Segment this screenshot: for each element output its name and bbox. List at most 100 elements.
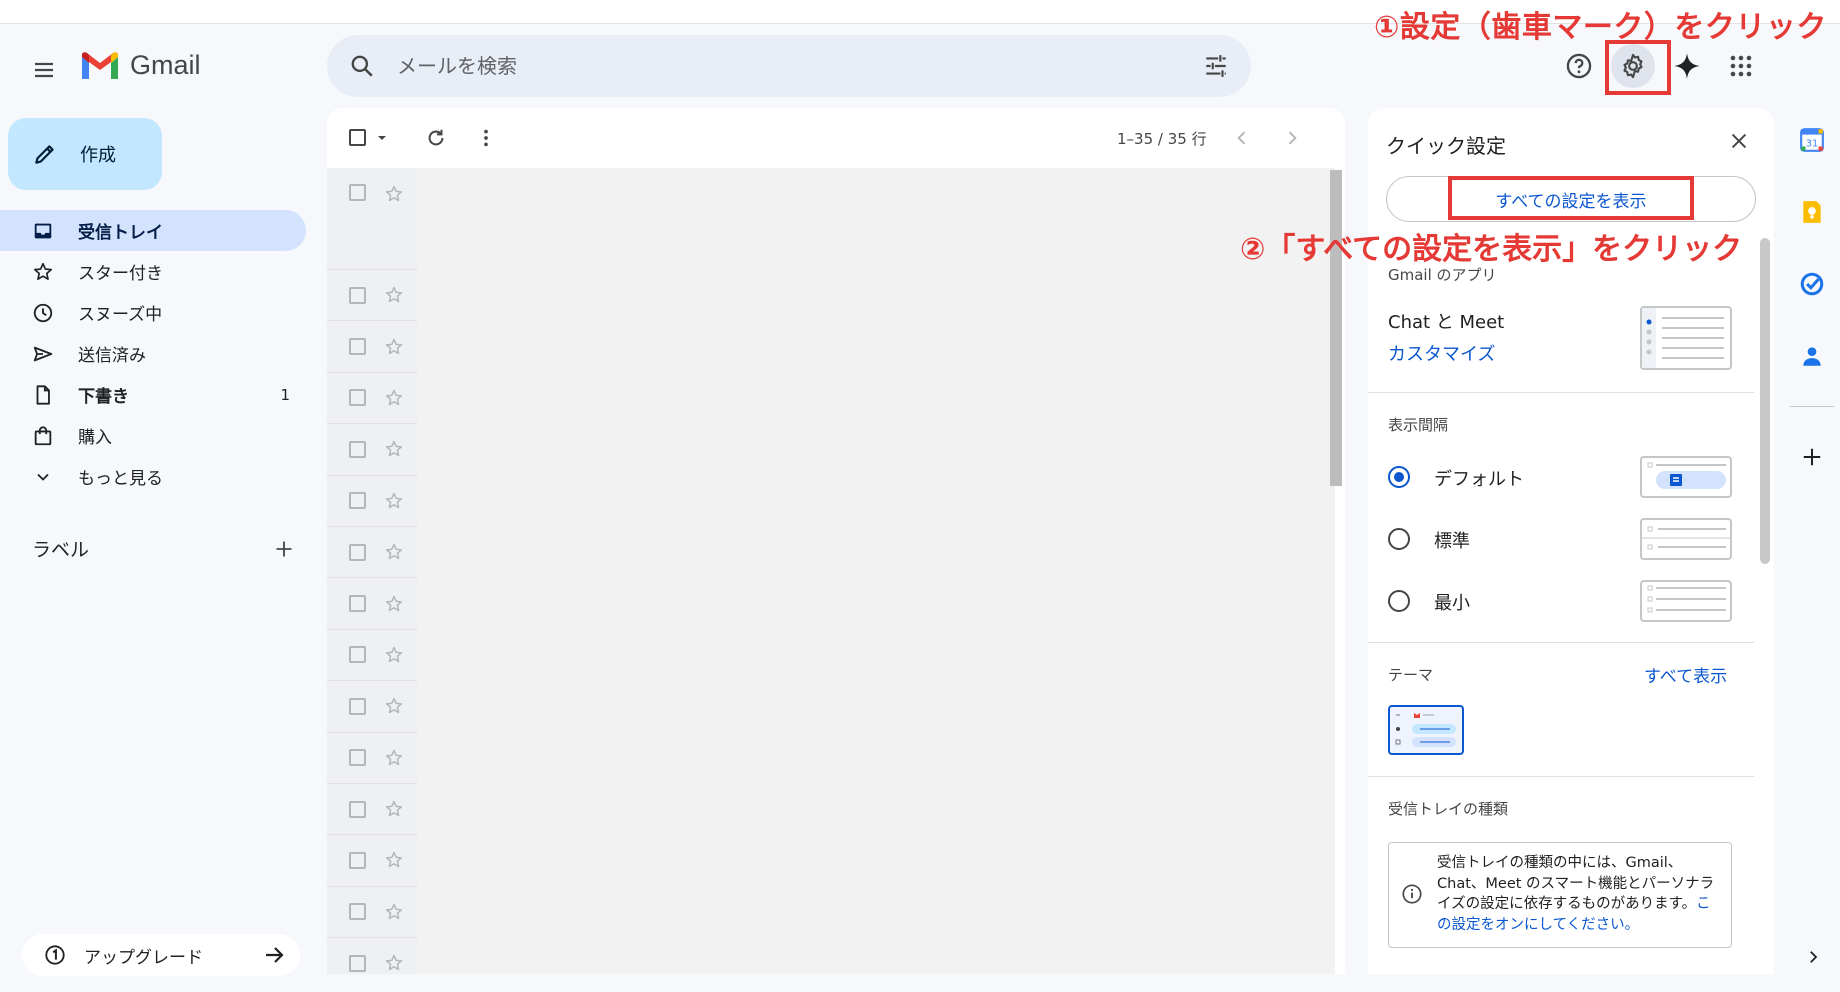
customize-link[interactable]: カスタマイズ bbox=[1388, 340, 1495, 366]
star-icon[interactable] bbox=[384, 388, 404, 408]
star-icon[interactable] bbox=[384, 799, 404, 819]
table-row[interactable] bbox=[327, 887, 417, 939]
caret-down-icon[interactable] bbox=[376, 132, 388, 144]
theme-thumbnail[interactable] bbox=[1388, 705, 1464, 755]
search-options-icon[interactable] bbox=[1203, 53, 1229, 79]
row-checkbox[interactable] bbox=[349, 749, 366, 767]
row-checkbox[interactable] bbox=[349, 903, 366, 921]
row-checkbox[interactable] bbox=[349, 595, 366, 613]
row-checkbox[interactable] bbox=[349, 184, 366, 201]
get-addons-button[interactable] bbox=[1790, 435, 1834, 479]
star-icon[interactable] bbox=[384, 491, 404, 511]
density-radio-default[interactable] bbox=[1388, 466, 1410, 488]
search-icon[interactable] bbox=[349, 53, 375, 79]
star-icon[interactable] bbox=[384, 902, 404, 922]
density-radio-standard[interactable] bbox=[1388, 528, 1410, 550]
table-row[interactable] bbox=[327, 527, 417, 579]
sidebar-item-snoozed[interactable]: スヌーズ中 bbox=[0, 292, 306, 333]
sidebar-item-inbox[interactable]: 受信トレイ bbox=[0, 210, 306, 251]
main-menu-button[interactable] bbox=[22, 48, 66, 92]
table-row[interactable] bbox=[327, 733, 417, 784]
gmail-logo[interactable]: Gmail bbox=[80, 50, 201, 81]
tasks-app-button[interactable] bbox=[1790, 262, 1834, 306]
mail-row-list bbox=[327, 168, 417, 974]
row-checkbox[interactable] bbox=[349, 440, 366, 458]
star-icon[interactable] bbox=[384, 594, 404, 614]
row-checkbox[interactable] bbox=[349, 492, 366, 510]
star-icon[interactable] bbox=[384, 696, 404, 716]
upgrade-button[interactable]: アップグレード bbox=[22, 934, 300, 976]
compose-button[interactable]: 作成 bbox=[8, 118, 162, 190]
gemini-button[interactable] bbox=[1665, 44, 1709, 88]
table-row[interactable] bbox=[327, 168, 417, 270]
table-row[interactable] bbox=[327, 835, 417, 887]
row-checkbox[interactable] bbox=[349, 286, 366, 304]
google-apps-button[interactable] bbox=[1719, 44, 1763, 88]
table-row[interactable] bbox=[327, 373, 417, 425]
star-icon[interactable] bbox=[384, 439, 404, 459]
clock-icon bbox=[33, 303, 53, 322]
table-row[interactable] bbox=[327, 424, 417, 476]
list-scrollbar[interactable] bbox=[1330, 170, 1342, 486]
table-row[interactable] bbox=[327, 630, 417, 682]
star-icon[interactable] bbox=[384, 953, 404, 973]
show-side-panel-icon[interactable] bbox=[1804, 948, 1822, 966]
add-label-icon[interactable] bbox=[274, 539, 294, 559]
star-icon[interactable] bbox=[384, 285, 404, 305]
table-row[interactable] bbox=[327, 681, 417, 733]
select-all-control[interactable] bbox=[349, 129, 388, 146]
star-icon bbox=[34, 262, 52, 280]
close-icon[interactable] bbox=[1728, 130, 1750, 152]
row-checkbox[interactable] bbox=[349, 851, 366, 869]
table-row[interactable] bbox=[327, 578, 417, 630]
theme-show-all-link[interactable]: すべて表示 bbox=[1644, 662, 1727, 687]
row-checkbox[interactable] bbox=[349, 543, 366, 561]
draft-icon bbox=[36, 384, 50, 405]
help-button[interactable] bbox=[1557, 44, 1601, 88]
compose-label: 作成 bbox=[80, 145, 116, 166]
upgrade-badge-icon bbox=[45, 945, 65, 965]
density-label-compact: 最小 bbox=[1434, 593, 1470, 614]
star-icon[interactable] bbox=[384, 337, 404, 357]
row-checkbox[interactable] bbox=[349, 646, 366, 664]
chevron-down-icon bbox=[37, 473, 49, 481]
search-bar[interactable] bbox=[327, 35, 1251, 97]
upgrade-label: アップグレード bbox=[84, 947, 203, 968]
star-icon[interactable] bbox=[384, 850, 404, 870]
row-checkbox[interactable] bbox=[349, 338, 366, 356]
contacts-app-button[interactable] bbox=[1790, 334, 1834, 378]
info-icon bbox=[1402, 884, 1422, 904]
row-checkbox[interactable] bbox=[349, 800, 366, 818]
chevron-left-icon[interactable] bbox=[1232, 128, 1252, 148]
keep-app-button[interactable] bbox=[1790, 190, 1834, 234]
keep-icon bbox=[1803, 201, 1821, 223]
row-checkbox[interactable] bbox=[349, 389, 366, 407]
row-checkbox[interactable] bbox=[349, 954, 366, 972]
sidebar-item-purchases[interactable]: 購入 bbox=[0, 415, 306, 456]
tasks-icon bbox=[1800, 272, 1824, 296]
sidebar-item-sent[interactable]: 送信済み bbox=[0, 333, 306, 374]
search-input[interactable] bbox=[397, 49, 1157, 83]
table-row[interactable] bbox=[327, 938, 417, 974]
refresh-icon[interactable] bbox=[425, 127, 447, 149]
star-icon[interactable] bbox=[384, 184, 404, 204]
star-icon[interactable] bbox=[384, 542, 404, 562]
sidebar-item-more[interactable]: もっと見る bbox=[0, 456, 306, 497]
calendar-app-button[interactable]: 31 bbox=[1790, 118, 1834, 162]
sidebar-item-label: 下書き bbox=[78, 387, 129, 407]
quick-settings-scrollbar[interactable] bbox=[1760, 238, 1770, 564]
table-row[interactable] bbox=[327, 784, 417, 836]
more-vert-icon[interactable] bbox=[475, 127, 497, 149]
chevron-right-icon[interactable] bbox=[1282, 128, 1302, 148]
contacts-icon bbox=[1803, 347, 1821, 366]
star-icon[interactable] bbox=[384, 748, 404, 768]
table-row[interactable] bbox=[327, 321, 417, 373]
density-radio-compact[interactable] bbox=[1388, 590, 1410, 612]
sidebar-item-starred[interactable]: スター付き bbox=[0, 251, 306, 292]
table-row[interactable] bbox=[327, 270, 417, 322]
select-all-checkbox[interactable] bbox=[349, 129, 366, 146]
star-icon[interactable] bbox=[384, 645, 404, 665]
table-row[interactable] bbox=[327, 476, 417, 527]
row-checkbox[interactable] bbox=[349, 697, 366, 715]
sidebar-item-drafts[interactable]: 下書き 1 bbox=[0, 374, 306, 415]
